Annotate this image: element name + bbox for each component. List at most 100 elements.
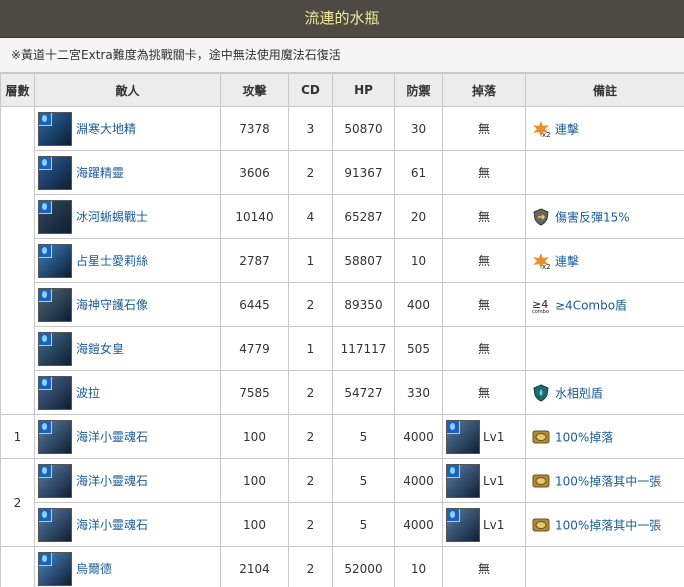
table-row: 2 海洋小靈魂石 100 2 5 4000 Lv1 100%掉落其中一張 [0,458,684,547]
floor-cell [0,546,35,587]
enemy-avatar[interactable] [38,111,72,146]
hp-cell: 5 [332,458,395,503]
table-row: 淵寒大地精 7378 3 50870 30 無 x2 連擊 [0,106,684,415]
defense-cell: 4000 [394,458,443,503]
enemy-avatar[interactable] [38,551,72,586]
page: 流連的水瓶 ※黃道十二宮Extra難度為挑戰關卡，途中無法使用魔法石復活 層數 … [0,0,684,587]
enemy-name-link[interactable]: 海躍精靈 [76,166,124,180]
defense-cell: 400 [394,282,443,327]
drop-level: Lv1 [483,473,505,488]
hp-cell: 50870 [332,106,395,151]
enemy-name-link[interactable]: 烏爾德 [76,562,112,576]
enemy-avatar[interactable] [38,243,72,278]
table-header-row: 層數 敵人 攻擊 CD HP 防禦 掉落 備註 [0,73,684,107]
remark-link[interactable]: 水相剋盾 [555,386,603,400]
header-floor: 層數 [0,73,35,107]
combo-4-shield-icon: ≥4 combo [532,296,550,315]
enemy-avatar[interactable] [38,199,72,234]
remark-link[interactable]: 100%掉落其中一張 [555,518,661,532]
drop-card-avatar[interactable] [446,419,480,454]
attack-cell: 100 [220,502,289,547]
remark-cell [525,546,684,587]
water-attribute-icon [39,200,52,214]
enemy-avatar[interactable] [38,419,72,454]
remark-link[interactable]: 100%掉落其中一張 [555,474,661,488]
enemy-name-link[interactable]: 海洋小靈魂石 [76,474,148,488]
drop-cell: 無 [442,194,526,239]
enemy-name-link[interactable]: 海洋小靈魂石 [76,430,148,444]
enemy-name-link[interactable]: 占星士愛莉絲 [76,254,148,268]
defense-cell: 330 [394,370,443,415]
hp-cell: 91367 [332,150,395,195]
enemy-avatar[interactable] [38,507,72,542]
defense-cell: 20 [394,194,443,239]
drop-cell: Lv1 [442,414,526,459]
enemy-name-link[interactable]: 波拉 [76,386,100,400]
page-title: 流連的水瓶 [0,0,684,38]
enemy-avatar[interactable] [38,375,72,410]
enemy-cell: 海洋小靈魂石 [34,458,221,503]
enemy-name-link[interactable]: 海洋小靈魂石 [76,518,148,532]
enemy-avatar[interactable] [38,155,72,190]
water-attribute-icon [39,288,52,302]
cd-cell: 2 [288,370,333,415]
remark-cell: 傷害反彈15% [525,194,684,239]
drop-card-avatar[interactable] [446,507,480,542]
enemy-cell: 烏爾德 [34,546,221,587]
cd-cell: 2 [288,150,333,195]
remark-cell: 水相剋盾 [525,370,684,415]
floor-cell [0,106,35,415]
enemy-name-link[interactable]: 淵寒大地精 [76,122,136,136]
remark-link[interactable]: 傷害反彈15% [555,210,630,224]
attack-cell: 7585 [220,370,289,415]
remark-link[interactable]: 連擊 [555,122,579,136]
remark-link[interactable]: 連擊 [555,254,579,268]
attack-cell: 10140 [220,194,289,239]
drop-cell: Lv1 [442,458,526,503]
svg-text:combo: combo [532,309,549,314]
table-row: 烏爾德 2104 2 52000 10 無 [0,546,684,587]
table-row: 海鎧女皇 4779 1 117117 505 無 [1,326,684,371]
water-attribute-icon [39,332,52,346]
water-attribute-icon [447,464,460,478]
defense-cell: 505 [394,326,443,371]
water-attribute-icon [39,464,52,478]
enemy-avatar[interactable] [38,463,72,498]
enemy-name-link[interactable]: 冰河蜥蜴戰士 [76,210,148,224]
table-row: 海躍精靈 3606 2 91367 61 無 [1,150,684,195]
water-attribute-icon [39,244,52,258]
drop-level: Lv1 [483,517,505,532]
cd-cell: 2 [288,546,333,587]
defense-cell: 4000 [394,502,443,547]
enemy-cell: 冰河蜥蜴戰士 [34,194,221,239]
remark-cell: x2 連擊 [525,106,684,151]
remark-link[interactable]: ≥4Combo盾 [555,298,627,312]
drop-cell: 無 [442,106,526,151]
table-row: 占星士愛莉絲 2787 1 58807 10 無 x2 連擊 [1,238,684,283]
enemy-cell: 海洋小靈魂石 [34,414,221,459]
svg-text:x2: x2 [542,131,550,138]
drop-card-avatar[interactable] [446,463,480,498]
shield-reflect-icon [532,207,550,226]
water-attribute-icon [39,508,52,522]
header-hp: HP [332,73,395,107]
enemy-avatar[interactable] [38,331,72,366]
water-attribute-icon [447,420,460,434]
cd-cell: 3 [288,106,333,151]
header-drop: 掉落 [442,73,526,107]
cd-cell: 2 [288,458,333,503]
enemy-name-link[interactable]: 海神守護石像 [76,298,148,312]
attack-cell: 100 [220,458,289,503]
water-attribute-icon [39,376,52,390]
enemy-name-link[interactable]: 海鎧女皇 [76,342,124,356]
water-attribute-icon [447,508,460,522]
drop-level: Lv1 [483,429,505,444]
enemy-avatar[interactable] [38,287,72,322]
defense-cell: 10 [394,238,443,283]
hp-cell: 52000 [332,546,395,587]
hp-cell: 5 [332,414,395,459]
attack-cell: 3606 [220,150,289,195]
hp-cell: 89350 [332,282,395,327]
remark-link[interactable]: 100%掉落 [555,430,613,444]
enemy-cell: 海洋小靈魂石 [34,502,221,547]
